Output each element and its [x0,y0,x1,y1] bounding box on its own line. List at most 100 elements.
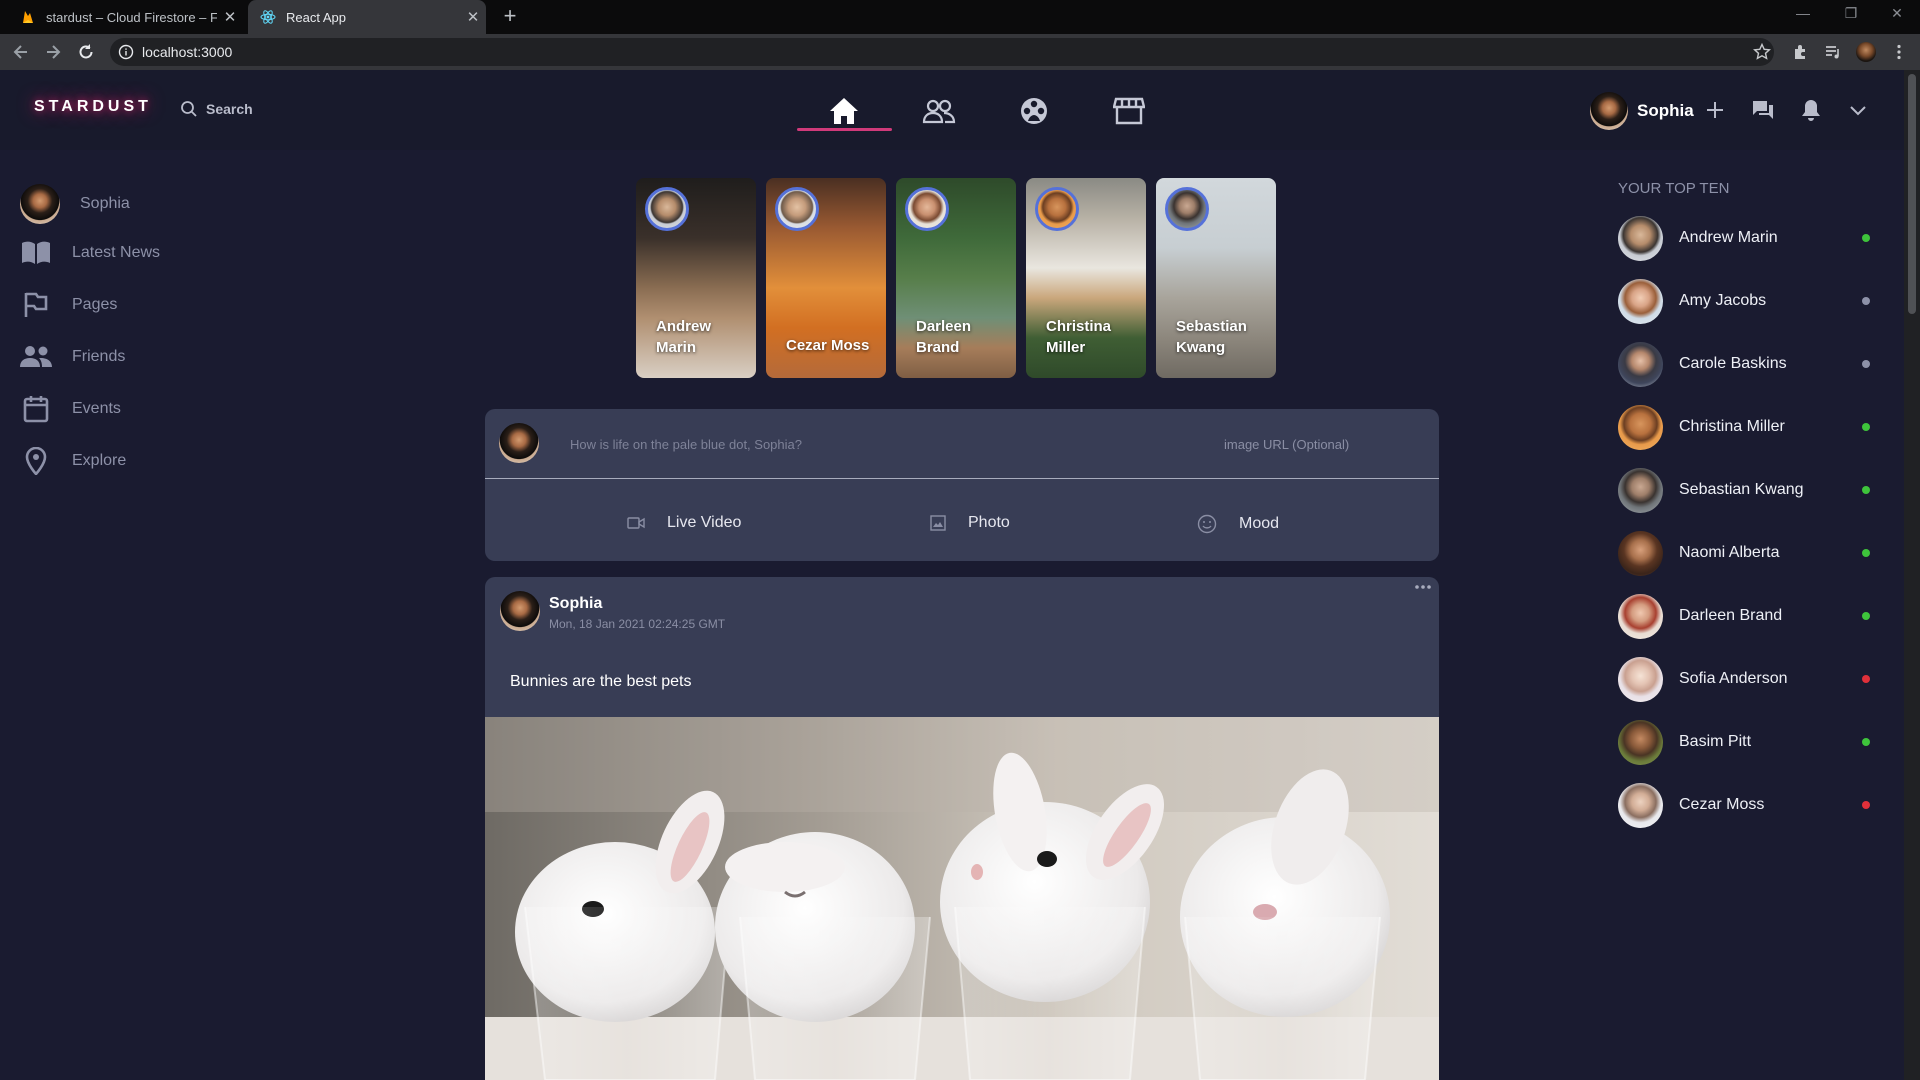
avatar [499,423,539,463]
page-scrollbar[interactable] [1904,70,1920,1080]
reload-icon[interactable] [76,42,96,62]
top-ten-row[interactable]: Andrew Marin [1618,215,1888,261]
menu-kebab-icon[interactable] [1890,43,1908,61]
sidebar-profile[interactable]: Sophia [20,184,130,224]
top-ten-name: Naomi Alberta [1679,544,1780,561]
status-dot [1862,738,1870,746]
site-info-icon[interactable] [118,44,134,60]
chat-icon[interactable] [1751,98,1775,122]
sidebar-item-friends[interactable]: Friends [20,341,125,373]
plus-icon[interactable] [1703,98,1727,122]
friends-icon [922,99,956,124]
status-input[interactable]: How is life on the pale blue dot, Sophia… [570,437,802,452]
top-ten-name: Andrew Marin [1679,229,1778,246]
story-name: Cezar Moss [786,337,870,354]
media-control-icon[interactable] [1824,43,1842,61]
browser-tab-bar: stardust – Cloud Firestore – Fireb ✕ Rea… [0,0,1920,34]
avatar [20,184,60,224]
action-label: Photo [968,514,1010,531]
book-icon [22,241,50,264]
top-ten-row[interactable]: Carole Baskins [1618,341,1888,387]
avatar [1618,656,1663,702]
top-ten-row[interactable]: Darleen Brand [1618,593,1888,639]
tab-close-icon[interactable]: ✕ [217,8,243,26]
top-ten-row[interactable]: Sofia Anderson [1618,656,1888,702]
calendar-icon [23,396,49,423]
bell-icon[interactable] [1799,98,1823,122]
post-timestamp: Mon, 18 Jan 2021 02:24:25 GMT [549,617,726,631]
story-card[interactable]: Sebastian Kwang [1156,178,1276,378]
mood-button[interactable]: Mood [1197,514,1279,534]
status-dot [1862,549,1870,557]
nav-groups[interactable] [1013,92,1055,130]
story-avatar [645,187,689,231]
top-ten-row[interactable]: Amy Jacobs [1618,278,1888,324]
scrollbar-thumb[interactable] [1908,74,1916,314]
nav-friends[interactable] [918,92,960,130]
photo-button[interactable]: Photo [930,514,1010,532]
app-header: STARDUST Search Sophia [0,70,1904,150]
top-ten-title: YOUR TOP TEN [1618,180,1730,197]
story-card[interactable]: Darleen Brand [896,178,1016,378]
top-ten-row[interactable]: Sebastian Kwang [1618,467,1888,513]
close-window-icon[interactable]: ✕ [1874,5,1920,25]
avatar [1618,278,1663,324]
logo[interactable]: STARDUST [34,98,152,116]
sidebar-profile-name: Sophia [80,195,130,212]
status-dot [1862,612,1870,620]
image-url-input[interactable]: image URL (Optional) [1224,437,1349,452]
restore-icon[interactable]: ❐ [1828,5,1874,25]
story-name: Darleen Brand [916,318,972,356]
more-options-icon[interactable] [1414,584,1432,590]
top-ten-row[interactable]: Cezar Moss [1618,782,1888,828]
tab-title: stardust – Cloud Firestore – Fireb [46,9,217,25]
post-text: Bunnies are the best pets [510,673,692,690]
avatar[interactable] [500,591,540,631]
story-card[interactable]: Christina Miller [1026,178,1146,378]
nav-home[interactable] [823,92,865,130]
location-pin-icon [25,447,47,475]
search-box[interactable]: Search [180,100,253,118]
sidebar-item-explore[interactable]: Explore [20,445,126,477]
extensions-icon[interactable] [1792,43,1810,61]
sidebar-item-latest-news[interactable]: Latest News [20,237,160,269]
nav-marketplace[interactable] [1108,92,1150,130]
story-card[interactable]: Andrew Marin [636,178,756,378]
sidebar-item-pages[interactable]: Pages [20,289,117,321]
top-ten-name: Sebastian Kwang [1679,481,1804,498]
sidebar-item-label: Explore [72,452,127,469]
status-dot [1862,423,1870,431]
new-tab-button[interactable]: + [498,5,522,29]
chevron-down-icon[interactable] [1846,98,1870,122]
status-dot [1862,486,1870,494]
home-icon [830,98,858,124]
sidebar-item-events[interactable]: Events [20,393,121,425]
top-ten-row[interactable]: Basim Pitt [1618,719,1888,765]
header-user-name[interactable]: Sophia [1637,101,1694,121]
profile-avatar-icon[interactable] [1856,42,1876,62]
top-ten-name: Carole Baskins [1679,355,1787,372]
address-bar[interactable]: localhost:3000 [110,38,1774,66]
sidebar-item-label: Events [72,400,121,417]
story-card[interactable]: Cezar Moss [766,178,886,378]
forward-icon[interactable] [43,42,63,62]
minimize-icon[interactable]: — [1780,5,1826,25]
bookmark-star-icon[interactable] [1753,43,1771,61]
groups-icon [1021,98,1047,124]
top-ten-name: Sofia Anderson [1679,670,1788,687]
top-ten-row[interactable]: Naomi Alberta [1618,530,1888,576]
action-label: Live Video [667,514,742,531]
top-ten-name: Amy Jacobs [1679,292,1767,309]
firebase-flame-icon [23,11,33,23]
tab-firestore[interactable]: stardust – Cloud Firestore – Fireb ✕ [8,0,243,34]
tab-close-icon[interactable]: ✕ [460,8,486,26]
back-icon[interactable] [11,42,31,62]
status-dot [1862,297,1870,305]
tab-react-app[interactable]: React App ✕ [248,0,486,34]
live-video-button[interactable]: Live Video [627,514,741,532]
top-ten-row[interactable]: Christina Miller [1618,404,1888,450]
post-author[interactable]: Sophia [549,595,602,613]
story-avatar [1165,187,1209,231]
action-label: Mood [1239,515,1280,532]
header-avatar[interactable] [1590,92,1628,130]
